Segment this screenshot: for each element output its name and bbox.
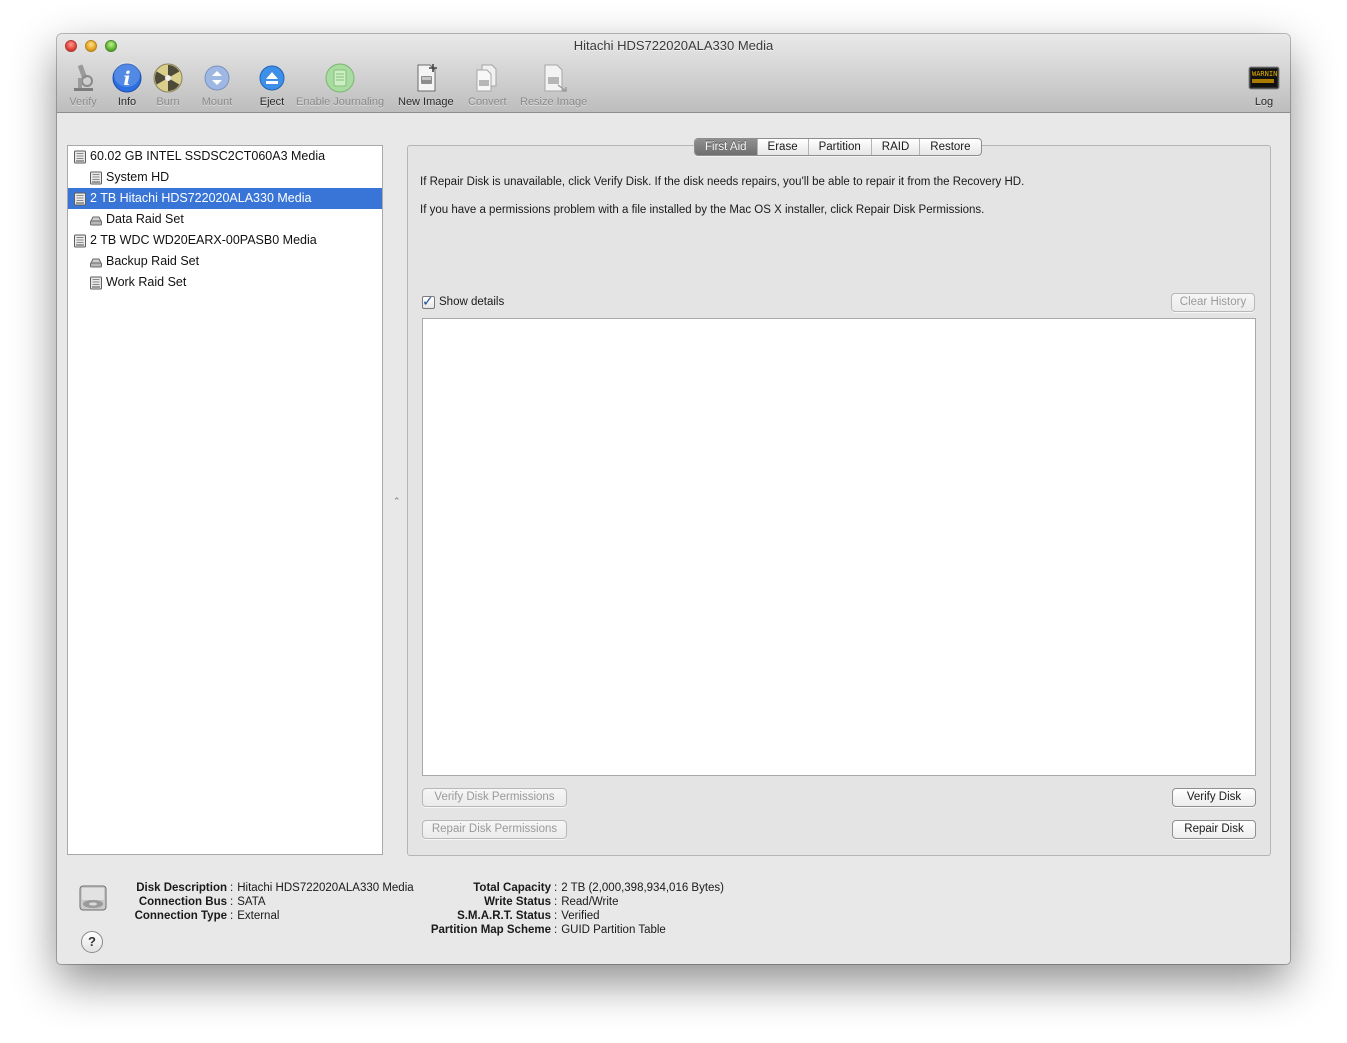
disk-utility-window: Hitachi HDS722020ALA330 Media Verify i I… bbox=[57, 34, 1290, 964]
radiation-icon bbox=[153, 63, 183, 93]
tab-partition[interactable]: Partition bbox=[807, 139, 871, 155]
svg-text:WARNIN: WARNIN bbox=[1252, 70, 1277, 78]
tab-raid[interactable]: RAID bbox=[870, 139, 919, 155]
burn-button[interactable]: Burn bbox=[152, 62, 184, 108]
separator: : bbox=[554, 910, 558, 922]
sidebar-item-label: 2 TB Hitachi HDS722020ALA330 Media bbox=[90, 191, 312, 205]
window-title: Hitachi HDS722020ALA330 Media bbox=[573, 38, 774, 53]
permissions-info: If you have a permissions problem with a… bbox=[420, 204, 985, 216]
enable-journaling-button[interactable]: Enable Journaling bbox=[296, 62, 384, 108]
disk-info-value: Hitachi HDS722020ALA330 Media bbox=[237, 882, 414, 894]
sidebar-volume-item[interactable]: Backup Raid Set bbox=[68, 251, 382, 272]
disk-info-key: Connection Bus bbox=[138, 896, 227, 908]
hard-drive-icon bbox=[74, 150, 86, 164]
convert-icon bbox=[476, 64, 497, 92]
disk-info-row: S.M.A.R.T. Status: Verified bbox=[411, 910, 600, 922]
disk-info-value: 2 TB (2,000,398,934,016 Bytes) bbox=[561, 882, 725, 894]
eject-icon bbox=[259, 65, 285, 91]
hard-drive-icon bbox=[74, 192, 86, 206]
eject-button[interactable]: Eject bbox=[256, 62, 288, 108]
separator: : bbox=[554, 924, 558, 936]
volume-icon bbox=[90, 216, 102, 226]
verify-disk-permissions-button[interactable]: Verify Disk Permissions bbox=[422, 788, 567, 807]
separator: : bbox=[230, 910, 234, 922]
hard-drive-icon bbox=[74, 234, 86, 248]
sidebar-volume-item[interactable]: System HD bbox=[68, 167, 382, 188]
volume-icon bbox=[90, 258, 102, 268]
mount-icon bbox=[204, 65, 230, 91]
new-image-icon bbox=[417, 64, 437, 92]
sidebar-item-label: 2 TB WDC WD20EARX-00PASB0 Media bbox=[90, 233, 317, 247]
convert-button[interactable]: Convert bbox=[468, 62, 507, 108]
repair-disk-button[interactable]: Repair Disk bbox=[1172, 820, 1256, 839]
repair-disk-permissions-button[interactable]: Repair Disk Permissions bbox=[422, 820, 567, 839]
help-button[interactable]: ? bbox=[81, 931, 103, 953]
hard-disk-icon bbox=[79, 885, 107, 911]
disk-list-sidebar: 60.02 GB INTEL SSDSC2CT060A3 Media System… bbox=[67, 145, 383, 855]
disk-info-row: Total Capacity:2 TB (2,000,398,934,016 B… bbox=[411, 882, 724, 894]
disk-info-key: S.M.A.R.T. Status bbox=[457, 910, 551, 922]
journal-icon bbox=[325, 63, 355, 93]
disk-info-row: Write Status: Read/Write bbox=[411, 896, 619, 908]
disk-info-row: Connection Type: External bbox=[117, 910, 280, 922]
disk-info-key: Partition Map Scheme bbox=[430, 924, 551, 936]
sidebar-item-label: System HD bbox=[106, 170, 170, 184]
title-toolbar: Hitachi HDS722020ALA330 Media Verify i I… bbox=[57, 34, 1290, 113]
disk-info-key: Connection Type bbox=[134, 910, 227, 922]
sidebar-item-label: Data Raid Set bbox=[106, 212, 184, 226]
disk-info-key: Write Status bbox=[484, 896, 551, 908]
svg-text:i: i bbox=[123, 68, 130, 90]
disk-info-key: Disk Description bbox=[136, 882, 227, 894]
disk-info-row: Connection Bus: SATA bbox=[117, 896, 266, 908]
verify-disk-button[interactable]: Verify Disk bbox=[1172, 788, 1256, 807]
microscope-icon bbox=[74, 64, 93, 91]
tab-erase[interactable]: Erase bbox=[756, 139, 808, 155]
log-button[interactable]: WARNIN Log bbox=[1248, 62, 1280, 108]
checkmark-icon: ✓ bbox=[422, 292, 434, 309]
volume-icon bbox=[90, 171, 102, 185]
separator: : bbox=[230, 896, 234, 908]
sidebar-volume-item[interactable]: Data Raid Set bbox=[68, 209, 382, 230]
new-image-button[interactable]: New Image bbox=[398, 62, 454, 108]
volume-icon bbox=[90, 276, 102, 290]
tab-first-aid[interactable]: First Aid bbox=[695, 139, 757, 155]
clear-history-button[interactable]: Clear History bbox=[1171, 293, 1255, 312]
separator: : bbox=[554, 896, 558, 908]
resize-image-button[interactable]: Resize Image bbox=[520, 62, 587, 108]
resize-image-icon bbox=[544, 64, 567, 92]
disk-info-value: Verified bbox=[561, 910, 600, 922]
sidebar-item-label: 60.02 GB INTEL SSDSC2CT060A3 Media bbox=[90, 149, 326, 163]
sidebar-disk-item[interactable]: 60.02 GB INTEL SSDSC2CT060A3 Media bbox=[68, 146, 382, 167]
sidebar-item-label: Work Raid Set bbox=[106, 275, 187, 289]
separator: : bbox=[554, 882, 558, 894]
disk-info-value: Read/Write bbox=[561, 896, 619, 908]
verify-button[interactable]: Verify bbox=[67, 62, 99, 108]
tab-bar: First Aid Erase Partition RAID Restore bbox=[694, 138, 982, 156]
sidebar-disk-item[interactable]: 2 TB WDC WD20EARX-00PASB0 Media bbox=[68, 230, 382, 251]
sidebar-item-label: Backup Raid Set bbox=[106, 254, 200, 268]
show-details-label: Show details bbox=[439, 296, 505, 308]
console-log-icon: WARNIN bbox=[1248, 66, 1280, 90]
details-log-area[interactable] bbox=[422, 318, 1256, 776]
sidebar-volume-item[interactable]: Work Raid Set bbox=[68, 272, 382, 293]
separator: : bbox=[230, 882, 234, 894]
disk-info-value: GUID Partition Table bbox=[561, 924, 666, 936]
info-button[interactable]: i Info bbox=[111, 62, 143, 108]
disk-info-row: Partition Map Scheme: GUID Partition Tabl… bbox=[411, 924, 666, 936]
mount-button[interactable]: Mount bbox=[201, 62, 233, 108]
splitter-handle[interactable]: ⌃ bbox=[393, 496, 401, 507]
repair-disk-info: If Repair Disk is unavailable, click Ver… bbox=[420, 176, 1025, 188]
disk-info-row: Disk Description: Hitachi HDS722020ALA330… bbox=[117, 882, 414, 894]
info-icon: i bbox=[112, 62, 142, 93]
tab-restore[interactable]: Restore bbox=[919, 139, 980, 155]
disk-info-key: Total Capacity bbox=[473, 882, 551, 894]
disk-info-value: External bbox=[237, 910, 280, 922]
show-details-row[interactable]: ✓ Show details bbox=[422, 292, 505, 309]
sidebar-disk-item[interactable]: 2 TB Hitachi HDS722020ALA330 Media bbox=[68, 188, 382, 209]
show-details-checkbox[interactable]: ✓ bbox=[422, 292, 435, 309]
disk-info-value: SATA bbox=[237, 896, 266, 908]
